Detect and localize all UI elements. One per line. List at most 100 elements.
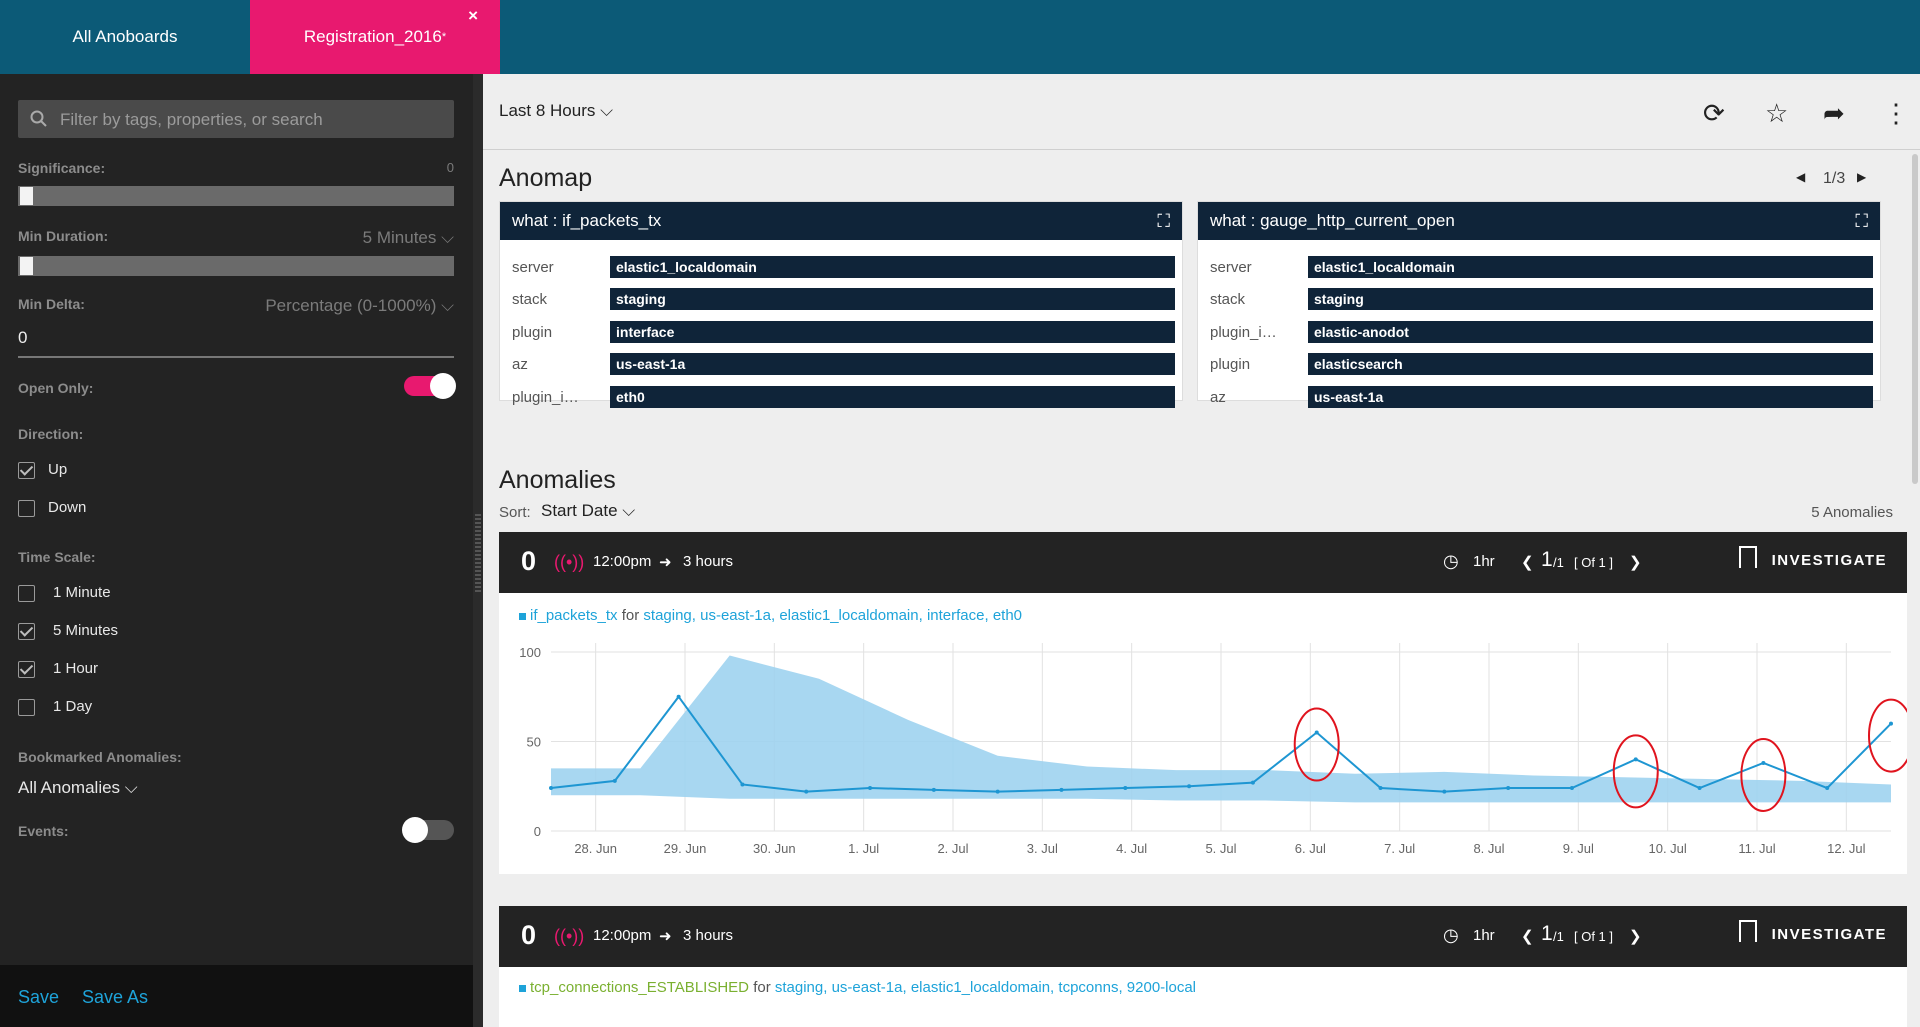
panel-splitter[interactable] [473,74,483,1027]
tag-key: plugin [512,324,553,341]
refresh-icon[interactable]: ⟳ [1703,98,1725,129]
series-point [1314,730,1319,735]
x-tick-label: 11. Jul [1738,841,1775,856]
checkbox-1-hour[interactable] [18,661,35,678]
bookmarked-label: Bookmarked Anomalies: [18,749,182,765]
next-page-icon[interactable]: ❯ [1629,553,1642,571]
significance-slider[interactable] [18,186,454,206]
share-icon[interactable]: ➦ [1823,98,1845,129]
bookmark-icon[interactable] [1739,920,1757,942]
next-page-icon[interactable]: ❯ [1629,927,1642,945]
anomaly-start-time: 12:00pm [593,553,652,570]
next-page-icon[interactable]: ▶ [1857,170,1866,184]
x-tick-label: 7. Jul [1384,841,1415,856]
chevron-down-icon: ⌵ [441,228,454,247]
anomaly-start-time: 12:00pm [593,927,652,944]
anomaly-line-chart[interactable]: 28. Jun 29. Jun 30. Jun 1. Jul 2. Jul 3. Jul 4… [499,593,1907,874]
tag-key: server [1210,259,1252,276]
toolbar: Last 8 Hours ⌵ ⟳ ☆ ➦ ⋮ [483,74,1920,150]
anomap-card[interactable]: what : if_packets_tx ⛶ server elastic1_loc… [499,201,1183,408]
metric-tag[interactable]: elastic1_localdomain, [911,979,1054,996]
min-delta-unit-dropdown[interactable]: Percentage (0-1000%) ⌵ [265,296,454,316]
tag-key: plugin [1210,356,1251,373]
sort-dropdown[interactable]: Start Date ⌵ [541,501,635,521]
anomap-card[interactable]: what : gauge_http_current_open ⛶ server el… [1197,201,1881,408]
bookmark-icon[interactable] [1739,546,1757,568]
min-delta-unit: Percentage (0-1000%) [265,296,437,315]
chevron-down-icon: ⌵ [441,296,454,315]
checkbox-5-minutes[interactable] [18,623,35,640]
search-input[interactable]: Filter by tags, properties, or search [18,100,454,138]
series-point [740,782,745,787]
anomaly-score: 0 [521,546,537,576]
anomaly-card: 0 ((•)) 12:00pm ➜ 3 hours ◷ 1hr ❮ 1 /1 [… [499,532,1907,874]
time-range-dropdown[interactable]: Last 8 Hours ⌵ [499,101,613,121]
tag-row: plugin elasticsearch [1210,353,1873,375]
prev-page-icon[interactable]: ❮ [1521,553,1534,571]
investigate-button[interactable]: INVESTIGATE [1772,552,1887,569]
open-only-toggle[interactable] [404,373,456,399]
tag-row: az us-east-1a [512,353,1175,375]
checkbox-5-minutes-label: 5 Minutes [53,622,119,639]
sort-label: Sort: [499,504,531,521]
search-icon [30,110,47,127]
anomaly-page: 1 [1541,922,1553,945]
save-as-button[interactable]: Save As [82,987,148,1008]
tag-value: elasticsearch [1308,353,1873,375]
events-toggle[interactable] [402,817,454,843]
metric-tag[interactable]: us-east-1a, [832,979,907,996]
events-label: Events: [18,823,69,839]
min-duration-dropdown[interactable]: 5 Minutes ⌵ [363,228,454,248]
tag-value: elastic-anodot [1308,321,1873,343]
min-delta-value: 0 [18,328,28,347]
prev-page-icon[interactable]: ◀ [1796,170,1805,184]
x-tick-label: 4. Jul [1116,841,1147,856]
metric-tag[interactable]: staging, [775,979,828,996]
checkbox-down[interactable] [18,500,35,517]
tab-all-label: All Anoboards [72,27,178,46]
metric-tag[interactable]: 9200-local [1127,979,1196,996]
splitter-grip[interactable] [475,514,481,594]
tag-row: server elastic1_localdomain [1210,256,1873,278]
min-duration-slider[interactable] [18,256,454,276]
scrollbar[interactable] [1912,154,1918,484]
tag-key: az [512,356,528,373]
metric-name[interactable]: tcp_connections_ESTABLISHED [530,979,749,996]
series-point [1187,784,1192,789]
investigate-button[interactable]: INVESTIGATE [1772,926,1887,943]
close-icon[interactable]: × [468,6,478,26]
anomap-title: Anomap [499,164,593,192]
metric-tag[interactable]: tcpconns, [1058,979,1122,996]
checkbox-up[interactable] [18,462,35,479]
x-tick-label: 10. Jul [1649,841,1687,856]
live-signal-icon: ((•)) [554,552,585,572]
checkbox-1-day[interactable] [18,699,35,716]
y-tick-label: 100 [519,645,541,660]
tag-row: stack staging [512,288,1175,310]
slider-handle[interactable] [20,257,33,275]
expand-icon[interactable]: ⛶ [1855,211,1868,232]
prev-page-icon[interactable]: ❮ [1521,927,1534,945]
min-delta-input[interactable]: 0 [18,328,454,358]
anomaly-page-of: /1 [1553,555,1564,570]
tag-key: az [1210,389,1226,406]
tag-row: server elastic1_localdomain [512,256,1175,278]
anomaly-score: 0 [521,920,537,950]
tag-row: az us-east-1a [1210,386,1873,408]
y-tick-label: 50 [527,734,541,749]
save-button[interactable]: Save [18,987,59,1008]
tab-registration[interactable]: Registration_2016 * × [250,0,500,74]
tag-row: plugin_i… elastic-anodot [1210,321,1873,343]
more-icon[interactable]: ⋮ [1883,98,1909,129]
tag-value: us-east-1a [610,353,1175,375]
tab-all-anoboards[interactable]: All Anoboards [0,0,250,74]
checkbox-1-minute[interactable] [18,585,35,602]
star-icon[interactable]: ☆ [1765,98,1788,129]
expand-icon[interactable]: ⛶ [1157,211,1170,232]
tag-row: stack staging [1210,288,1873,310]
series-point [676,694,681,699]
toggle-knob [402,817,428,843]
slider-handle[interactable] [20,187,33,205]
bookmarked-dropdown[interactable]: All Anomalies ⌵ [18,778,138,798]
x-tick-label: 2. Jul [937,841,968,856]
